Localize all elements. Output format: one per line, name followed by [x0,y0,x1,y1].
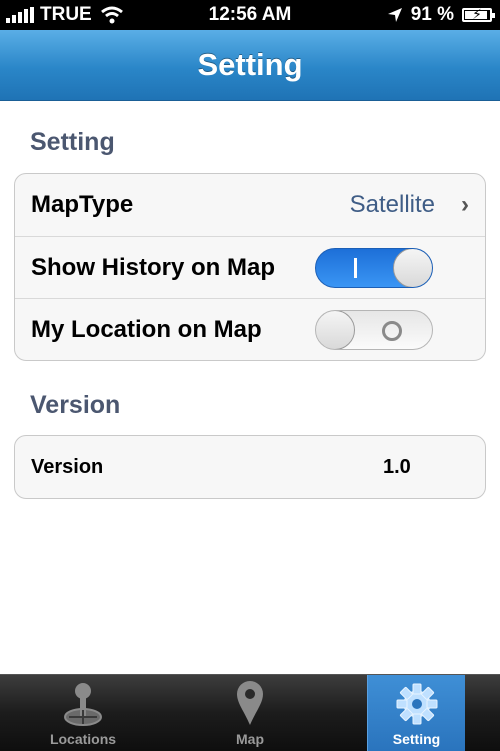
version-group: Version 1.0 [14,435,486,499]
battery-icon: ⚡ [462,6,495,22]
my-location-row: My Location on Map [15,298,485,360]
show-history-row: Show History on Map [15,236,485,298]
tab-locations[interactable]: Locations [0,675,166,751]
maptype-row[interactable]: MapType Satellite › [15,174,485,236]
toggle-off-glyph-icon [382,321,402,341]
version-label: Version [31,455,104,478]
my-location-toggle[interactable] [315,310,433,350]
toggle-on-glyph-icon [354,258,357,278]
section-title-version: Version [30,391,121,419]
joystick-icon [64,683,102,726]
section-title-setting: Setting [30,128,115,156]
version-value: 1.0 [383,455,411,478]
tab-label: Locations [49,731,117,747]
tab-setting[interactable]: Setting [367,675,465,751]
page-title: Setting [197,47,303,82]
tab-map[interactable]: Map [167,675,333,751]
map-pin-icon [237,681,263,725]
my-location-label: My Location on Map [31,315,262,343]
maptype-label: MapType [31,191,134,218]
tab-label: Setting [392,731,441,747]
battery-percent: 91 % [410,4,454,25]
tab-bar: Locations Map Setting [0,674,500,751]
maptype-value: Satellite [349,191,435,218]
version-row: Version 1.0 [15,436,485,498]
show-history-label: Show History on Map [31,253,276,281]
toggle-knob[interactable] [393,249,432,287]
chevron-right-icon: › [461,191,469,218]
status-bar: TRUE 12:56 AM 91 % ⚡ [0,0,500,30]
toggle-knob[interactable] [316,311,355,349]
gear-icon [396,683,437,725]
navigation-bar: Setting [0,30,500,101]
settings-group: MapType Satellite › Show History on Map … [14,173,486,361]
location-arrow-icon [387,8,402,22]
show-history-toggle[interactable] [315,248,433,288]
tab-label: Map [236,731,264,747]
